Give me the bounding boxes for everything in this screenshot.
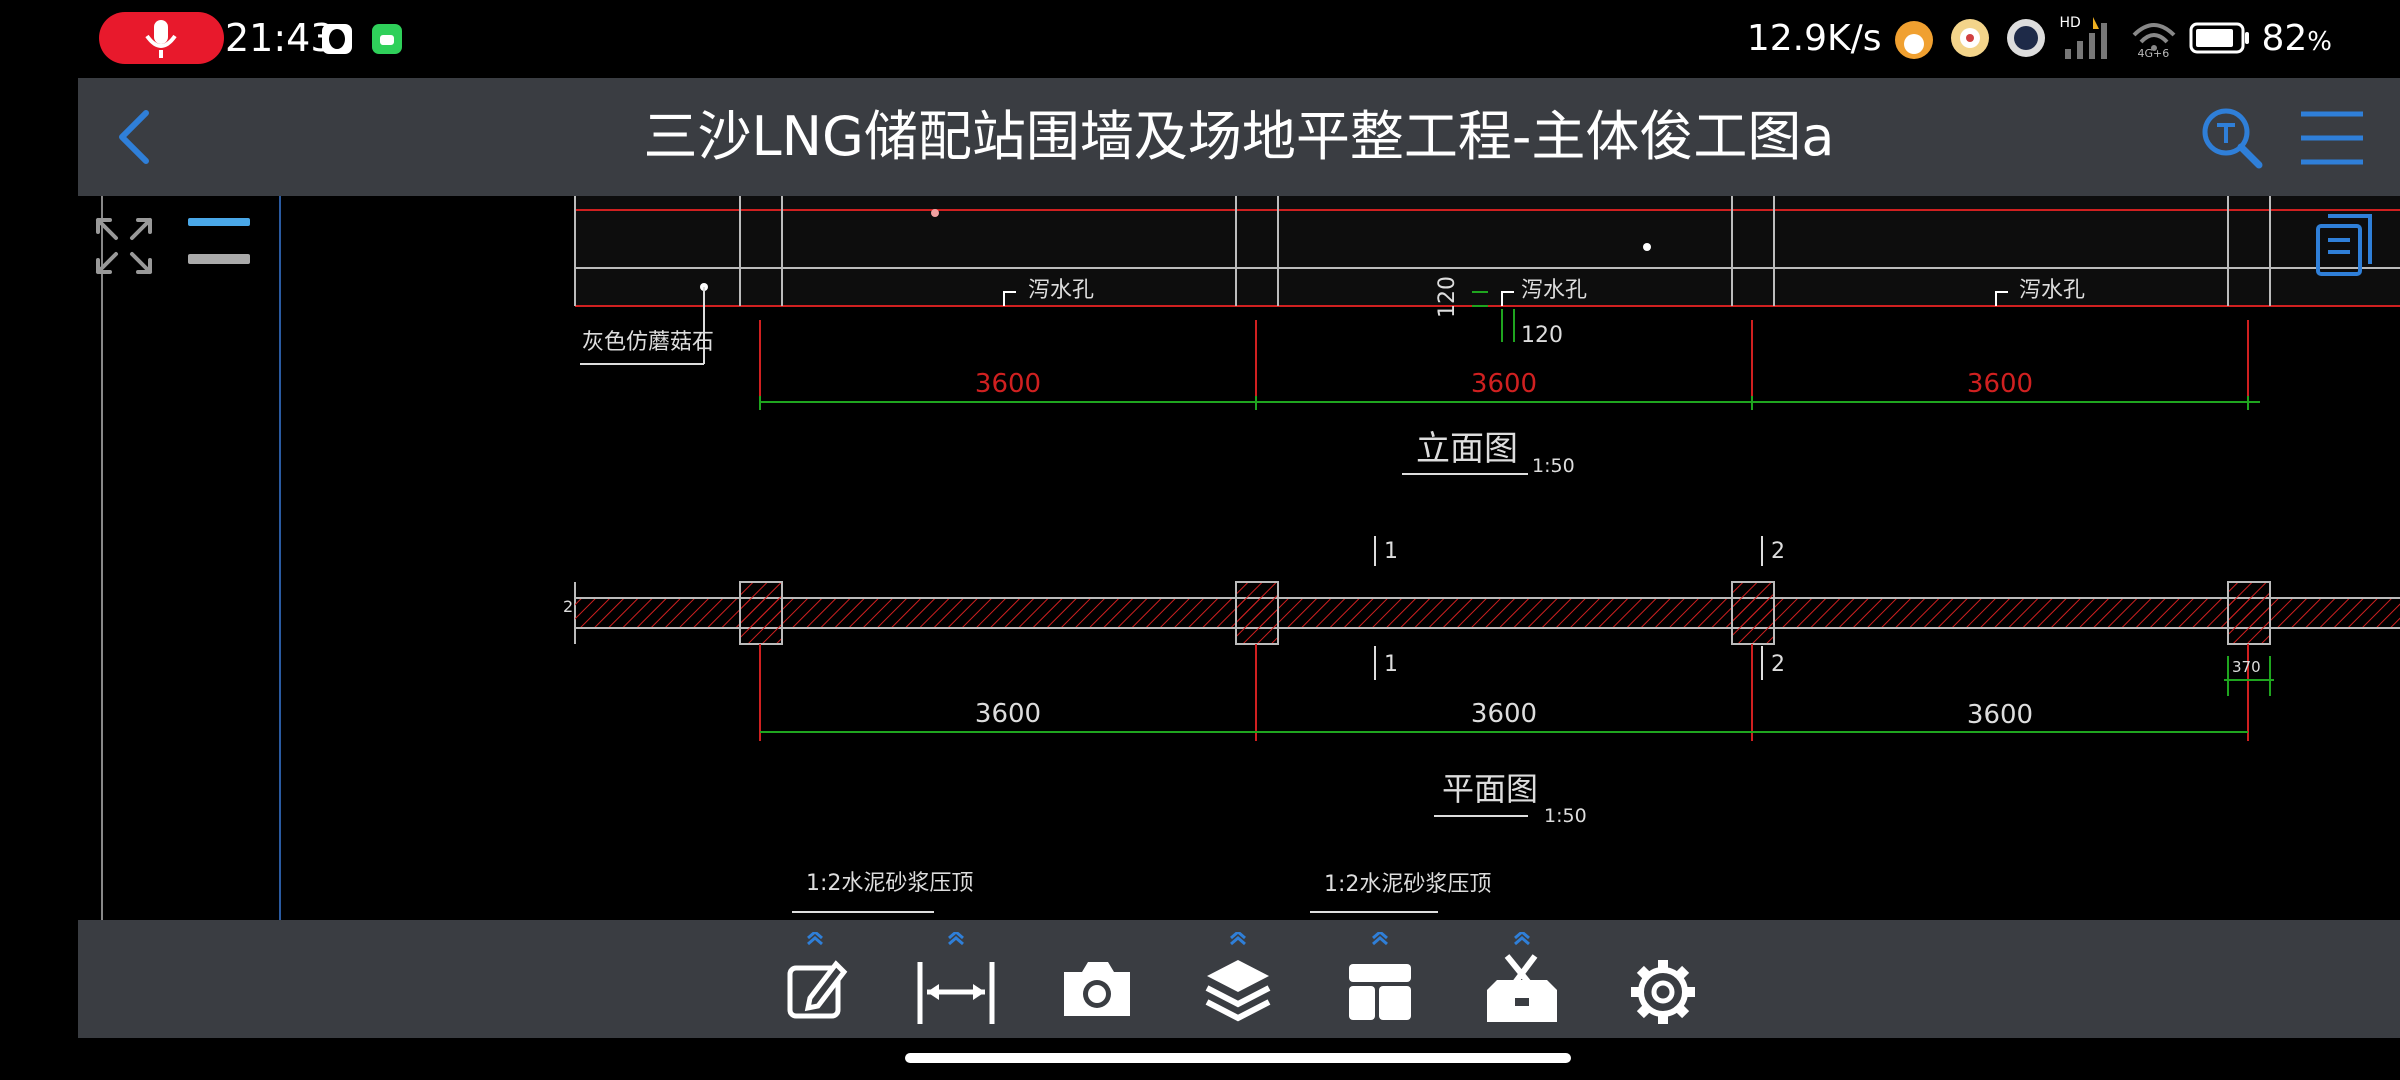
plan-view: 2 1 1 2 2 3600 3600 3600 370 平面图 1:50	[563, 536, 2400, 827]
dim-370: 370	[2232, 658, 2261, 676]
cap-note-1: 1:2水泥砂浆压顶	[806, 871, 973, 896]
app-header: 三沙LNG储配站围墙及场地平整工程-主体俊工图a	[78, 78, 2400, 196]
settings-icon	[1631, 960, 1695, 1024]
dim-120-vertical: 120	[1435, 276, 1460, 318]
layers-icon	[1205, 930, 1271, 1022]
bottom-toolbar	[78, 920, 2400, 1038]
measure-icon	[917, 930, 995, 1024]
tools-button[interactable]	[1477, 930, 1567, 1032]
elevation-title: 立面图	[1416, 429, 1518, 469]
qq-icon	[322, 24, 352, 54]
view-panel	[78, 196, 283, 288]
navigation-app-icon	[2007, 19, 2046, 57]
back-arrow-icon[interactable]	[106, 107, 166, 167]
toggle-panel-icon[interactable]	[186, 216, 252, 266]
cell-signal: HD	[2059, 15, 2119, 61]
fullscreen-icon[interactable]	[94, 216, 154, 276]
status-bar: 21:43 12.9K/s HD 4G+6 82%	[0, 0, 2400, 78]
dim-120-horizontal: 120	[1521, 323, 1563, 348]
status-right-group: 12.9K/s HD 4G+6 82%	[1747, 12, 2332, 64]
section-mark-1-top: 1	[1384, 539, 1398, 564]
page-title: 三沙LNG储配站围墙及场地平整工程-主体俊工图a	[643, 105, 1835, 168]
fox-app-icon	[1895, 21, 1934, 59]
cap-note-2: 1:2水泥砂浆压顶	[1324, 872, 1491, 897]
layout-tool-button[interactable]	[1335, 930, 1425, 1032]
battery-level: 82%	[2261, 17, 2332, 59]
drain-hole-label-3: 泻水孔	[2019, 278, 2085, 303]
dim-elevation-1: 3600	[975, 369, 1041, 399]
elevation-scale: 1:50	[1532, 455, 1575, 477]
dim-elevation-3: 3600	[1967, 369, 2033, 399]
cad-drawing: 灰色仿蘑菇石 泻水孔 泻水孔 泻水孔 120 120 3600 3600 360…	[101, 196, 2400, 920]
elevation-view: 灰色仿蘑菇石 泻水孔 泻水孔 泻水孔 120 120 3600 3600 360…	[574, 196, 2400, 477]
drain-hole-label-1: 泻水孔	[1028, 278, 1094, 303]
home-indicator[interactable]	[905, 1053, 1571, 1063]
camera-icon	[1064, 962, 1130, 1016]
android-app-icon	[372, 24, 402, 54]
plan-title: 平面图	[1442, 770, 1538, 808]
microphone-icon	[145, 20, 177, 58]
dim-elevation-2: 3600	[1471, 369, 1537, 399]
dim-plan-1: 3600	[975, 699, 1041, 729]
section-mark-1-bottom: 1	[1384, 652, 1398, 677]
recording-indicator[interactable]	[99, 12, 224, 64]
network-speed: 12.9K/s	[1746, 17, 1882, 59]
screenshot-tool-button[interactable]	[1052, 932, 1142, 1032]
section-mark-2-bottom: 2	[1771, 652, 1785, 677]
layers-tool-button[interactable]	[1193, 930, 1283, 1032]
wifi-indicator: 4G+6	[2129, 15, 2179, 61]
drain-hole-label-2: 泻水孔	[1521, 278, 1587, 303]
annotate-tool-button[interactable]	[770, 930, 860, 1032]
edit-icon	[787, 930, 848, 1019]
measure-tool-button[interactable]	[911, 930, 1001, 1032]
layout-icon	[1349, 930, 1411, 1020]
dim-plan-2: 3600	[1471, 699, 1537, 729]
material-label: 灰色仿蘑菇石	[582, 330, 714, 355]
section-mark-2-top: 2	[1771, 539, 1785, 564]
dim-plan-3: 3600	[1967, 700, 2033, 730]
settings-button[interactable]	[1618, 932, 1708, 1032]
menu-icon[interactable]	[2299, 108, 2365, 168]
plan-left-mark: 2	[563, 597, 573, 616]
face-app-icon	[1951, 19, 1990, 57]
battery-icon	[2189, 22, 2250, 54]
plan-scale: 1:50	[1544, 805, 1587, 827]
text-search-icon[interactable]	[2199, 105, 2265, 171]
drawing-canvas[interactable]: 灰色仿蘑菇石 泻水孔 泻水孔 泻水孔 120 120 3600 3600 360…	[78, 196, 2400, 920]
status-time: 21:43	[225, 16, 335, 60]
toolbox-icon	[1487, 930, 1557, 1022]
